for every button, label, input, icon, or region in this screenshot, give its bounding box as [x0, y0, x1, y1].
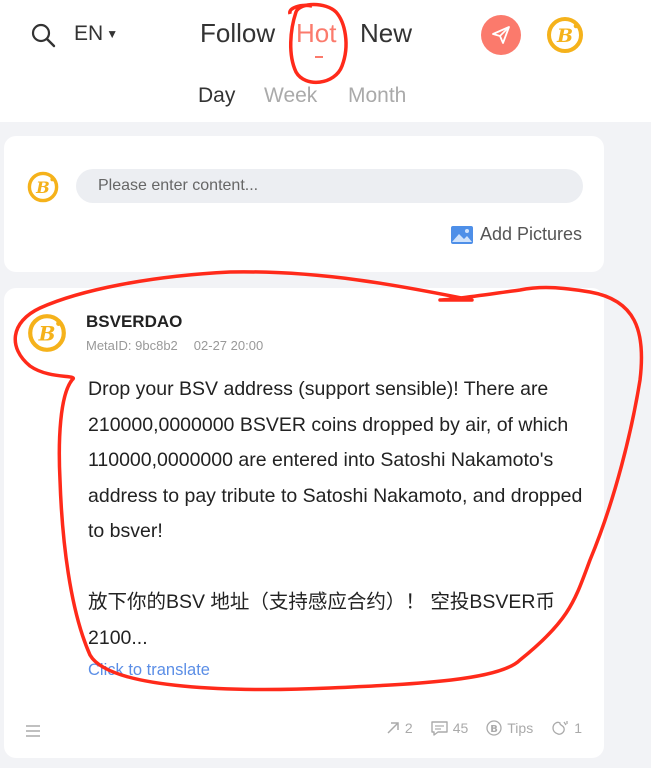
author-name[interactable]: BSVERDAO: [86, 312, 182, 332]
repost-arrow-icon: [387, 722, 399, 734]
author-avatar[interactable]: B: [26, 312, 68, 354]
header: EN ▼ Follow Hot New B Day Week Month: [0, 0, 651, 122]
svg-text:B: B: [490, 724, 498, 735]
like-button[interactable]: 1: [551, 720, 582, 736]
tab-month[interactable]: Month: [348, 84, 406, 108]
tab-week[interactable]: Week: [264, 84, 317, 108]
tab-new[interactable]: New: [360, 18, 412, 49]
repost-button[interactable]: 2: [386, 720, 413, 736]
post-composer: B Add Pictures: [4, 136, 604, 272]
avatar: B: [27, 171, 59, 203]
comment-icon: [430, 720, 448, 736]
active-tab-indicator: [315, 56, 323, 58]
tips-label: Tips: [507, 720, 534, 736]
tab-day[interactable]: Day: [198, 84, 235, 108]
add-pictures-label: Add Pictures: [479, 224, 582, 244]
post-card: B BSVERDAO MetaID: 9bc8b2 02-27 20:00 Dro…: [4, 288, 604, 758]
svg-text:B: B: [35, 178, 50, 197]
tips-button[interactable]: B Tips: [486, 720, 533, 736]
content-input[interactable]: [76, 169, 583, 203]
post-footer: 2 45 B Tips 1: [4, 720, 604, 744]
image-icon: [450, 225, 473, 244]
comment-count: 45: [452, 720, 469, 736]
like-count: 1: [574, 720, 582, 736]
tab-hot[interactable]: Hot: [296, 18, 336, 49]
menu-icon[interactable]: [26, 724, 40, 738]
paper-plane-icon: [492, 26, 510, 44]
comment-button[interactable]: 45: [430, 720, 469, 736]
translate-link[interactable]: Click to translate: [88, 661, 210, 680]
coin-icon: B: [486, 720, 502, 736]
svg-text:B: B: [556, 25, 573, 47]
post-actions: 2 45 B Tips 1: [386, 720, 582, 736]
post-meta: MetaID: 9bc8b2 02-27 20:00: [86, 338, 263, 353]
metaid: MetaID: 9bc8b2: [86, 338, 178, 353]
repost-count: 2: [404, 720, 413, 736]
post-content[interactable]: Drop your BSV address (support sensible)…: [88, 372, 588, 656]
svg-text:B: B: [38, 321, 56, 345]
like-icon: [552, 721, 568, 735]
send-button[interactable]: [481, 15, 521, 55]
add-pictures-button[interactable]: Add Pictures: [450, 224, 582, 245]
user-avatar[interactable]: B: [545, 15, 585, 55]
tab-follow[interactable]: Follow: [200, 18, 275, 49]
timestamp: 02-27 20:00: [193, 338, 264, 353]
